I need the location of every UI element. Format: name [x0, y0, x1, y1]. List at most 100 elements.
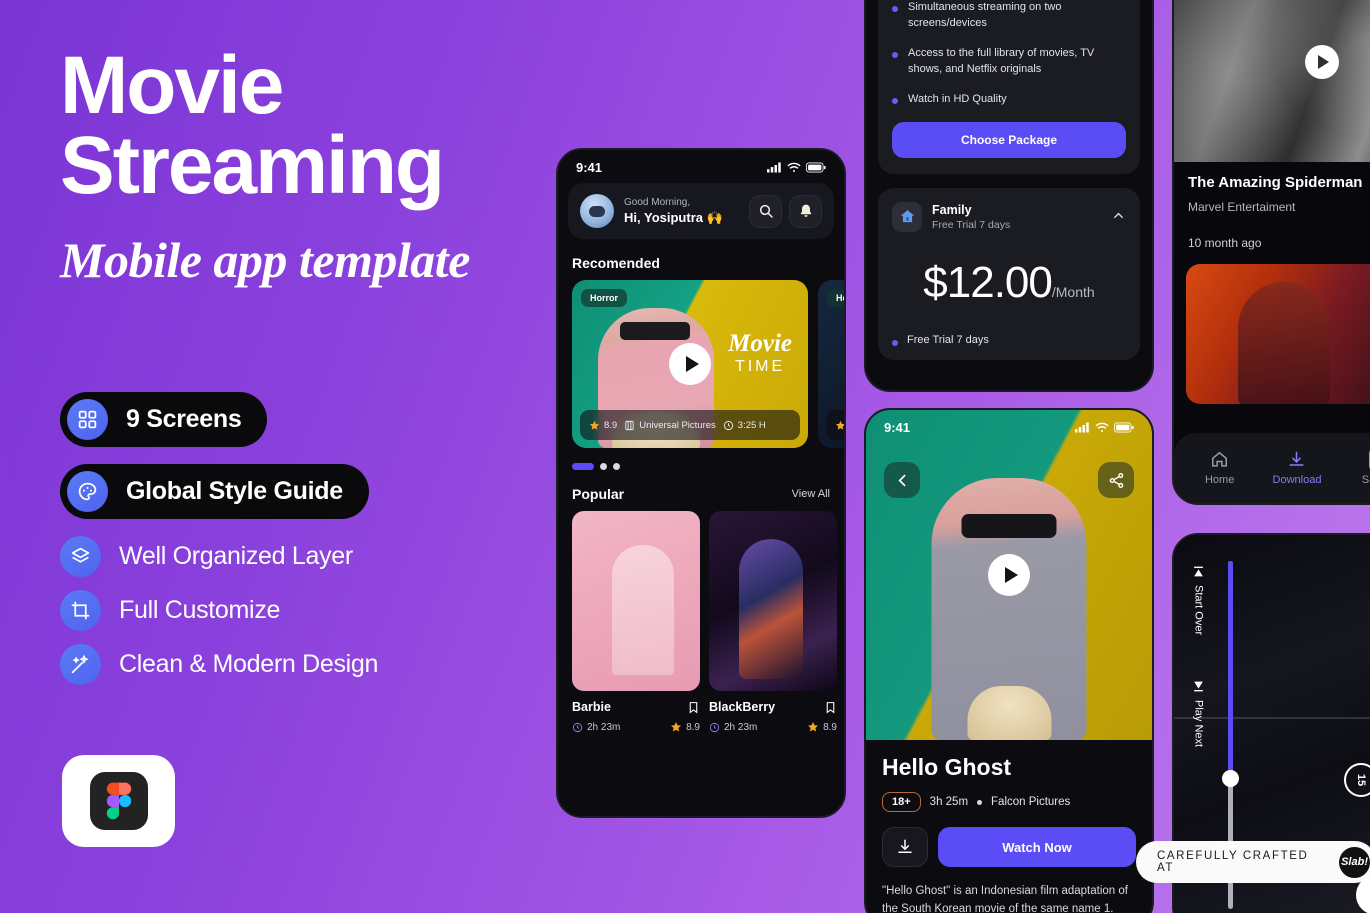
movie-name: Barbie — [572, 700, 611, 714]
title-line-2: Streaming — [60, 119, 445, 211]
pagination-dot[interactable] — [600, 463, 607, 470]
studio-group: Universal Pictures — [624, 420, 716, 431]
duration-value: 3:25 H — [737, 419, 766, 431]
play-button[interactable] — [669, 343, 711, 385]
movie-thumbnail[interactable] — [1186, 264, 1370, 404]
back-button[interactable] — [884, 462, 920, 498]
feature-item-style-guide: Global Style Guide — [60, 464, 369, 519]
benefits-box: Free Trial 7 days Simultaneous streaming… — [878, 0, 1140, 174]
nav-label: Download — [1272, 474, 1322, 486]
page-title: Movie Streaming — [60, 45, 530, 207]
seek-handle[interactable] — [1222, 769, 1239, 787]
battery-icon — [1114, 422, 1134, 433]
palette-icon — [67, 471, 108, 512]
chevron-up-icon[interactable] — [1111, 208, 1126, 226]
play-button[interactable] — [1284, 317, 1318, 351]
duration-value: 2h 23m — [724, 721, 758, 733]
home-icon — [1212, 451, 1228, 467]
search-button[interactable] — [749, 194, 782, 228]
figma-logo-badge — [62, 755, 175, 847]
house-icon — [900, 210, 914, 223]
download-button[interactable] — [882, 827, 928, 867]
movie-banner[interactable] — [1174, 0, 1370, 162]
nav-item-home[interactable]: Home — [1186, 450, 1253, 486]
detail-studio: Falcon Pictures — [991, 796, 1071, 808]
seek-progress — [1228, 561, 1233, 777]
recommended-title: Recomended — [572, 255, 660, 271]
star-icon — [835, 420, 844, 430]
rating-group: 8.9 — [589, 420, 617, 431]
notifications-button[interactable] — [789, 194, 822, 228]
bottom-navigation: Home Download Save — [1174, 433, 1370, 503]
movie-info: The Amazing Spiderman Marvel Entertaimen… — [1174, 162, 1370, 250]
plan-text-block: Family Free Trial 7 days — [932, 203, 1010, 231]
status-bar: 9:41 — [558, 150, 844, 179]
detail-meta: 18+ 3h 25m Falcon Pictures — [882, 792, 1136, 812]
rating-value: 8.9 — [823, 721, 837, 733]
film-icon — [625, 420, 634, 430]
play-button[interactable] — [1304, 45, 1339, 79]
rating-value: 8.9 — [686, 721, 700, 733]
wifi-icon — [787, 162, 801, 172]
bullet-icon — [892, 5, 898, 12]
poster-thumbnail[interactable] — [709, 511, 837, 691]
feature-item-screens: 9 Screens — [60, 392, 268, 447]
start-over-control[interactable]: Start Over — [1192, 565, 1205, 635]
recommended-carousel[interactable]: Horror Movie TIME 8.9 Universal Pictures — [558, 280, 844, 448]
card-meta-bar: 8.9 — [826, 410, 844, 440]
carousel-pagination[interactable] — [558, 448, 844, 470]
bullet-icon — [892, 97, 898, 104]
nav-item-download[interactable]: Download — [1263, 450, 1330, 486]
rewind-15-button[interactable]: 15 — [1344, 763, 1370, 797]
nav-label: Home — [1204, 474, 1235, 486]
star-icon — [589, 420, 600, 430]
start-over-icon — [1194, 566, 1203, 577]
featured-movie-card[interactable]: Horror Movie TIME 8.9 Universal Pictures — [572, 280, 808, 448]
poster-thumbnail[interactable] — [572, 511, 700, 691]
slab-logo: Slab! — [1339, 846, 1370, 878]
crop-icon — [60, 590, 101, 631]
share-button[interactable] — [1098, 462, 1134, 498]
pagination-dot-active[interactable] — [572, 463, 594, 470]
popular-title: Popular — [572, 486, 625, 502]
status-time: 9:41 — [884, 420, 911, 435]
list-item[interactable]: BlackBerry 2h 23m 8.9 — [709, 511, 837, 733]
plan-card-family[interactable]: Family Free Trial 7 days $12.00/Month Fr… — [878, 187, 1140, 360]
duration-value: 2h 23m — [587, 721, 621, 733]
grid-icon — [67, 399, 108, 440]
benefit-item: Simultaneous streaming on two screens/de… — [892, 0, 1126, 32]
view-all-link[interactable]: View All — [792, 488, 830, 500]
avatar[interactable] — [580, 194, 614, 228]
detail-hero: 9:41 — [866, 410, 1152, 740]
benefit-text: Watch in HD Quality — [908, 92, 1007, 105]
detail-duration: 3h 25m — [929, 796, 969, 808]
pagination-dot[interactable] — [613, 463, 620, 470]
status-time: 9:41 — [576, 160, 603, 175]
feature-item-customize: Full Customize — [60, 590, 540, 631]
rating-value: 8.9 — [604, 419, 618, 431]
popular-title-row: BlackBerry — [709, 700, 837, 714]
studio-name: Universal Pictures — [639, 419, 716, 431]
play-icon — [1318, 55, 1330, 69]
watch-now-button[interactable]: Watch Now — [938, 827, 1136, 867]
search-icon — [759, 204, 773, 218]
share-icon — [1109, 472, 1123, 488]
bookmark-icon[interactable] — [824, 701, 837, 714]
list-item[interactable]: Barbie 2h 23m 8.9 — [572, 511, 700, 733]
play-next-control[interactable]: Play Next — [1192, 680, 1205, 747]
separator-dot-icon — [977, 799, 983, 805]
plan-price: $12.00 — [923, 257, 1053, 307]
choose-package-button[interactable]: Choose Package — [892, 121, 1126, 158]
bookmark-icon[interactable] — [687, 701, 700, 714]
feature-item-layers: Well Organized Layer — [60, 536, 540, 577]
feature-item-modern-design: Clean & Modern Design — [60, 644, 540, 685]
crafted-text: CAREFULLY CRAFTED AT — [1157, 850, 1309, 874]
benefit-text: Access to the full library of movies, TV… — [908, 46, 1095, 75]
nav-item-save[interactable]: Save — [1341, 450, 1370, 486]
play-icon — [685, 356, 699, 372]
home-plan-icon — [892, 201, 922, 232]
greeting-block: Good Morning, Hi, Yosiputra 🙌 — [624, 197, 723, 226]
next-movie-card[interactable]: Hor 8.9 — [818, 280, 844, 448]
bell-icon — [800, 204, 811, 217]
play-button[interactable] — [988, 554, 1030, 596]
